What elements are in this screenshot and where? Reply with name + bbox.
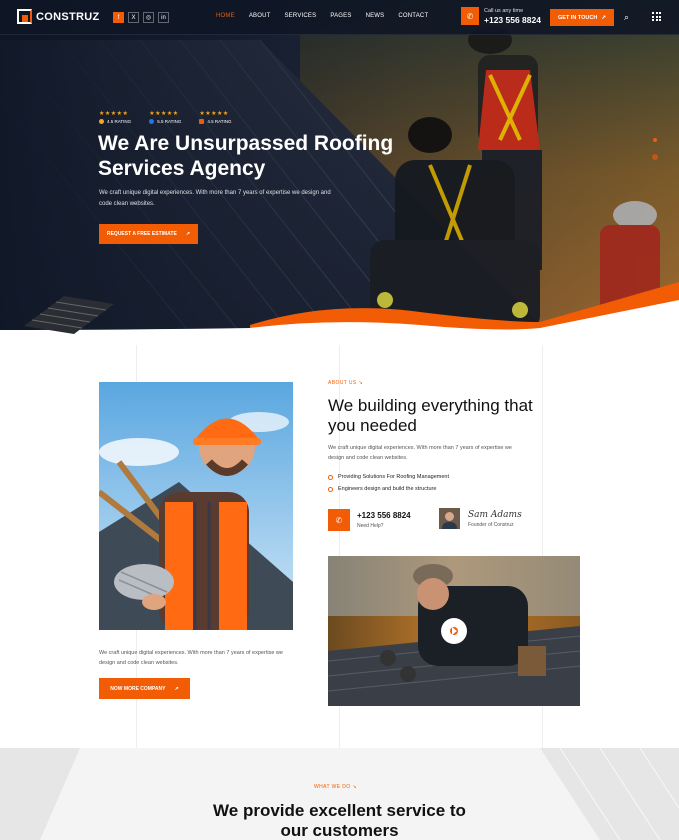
facebook-icon[interactable]: f xyxy=(113,12,124,23)
play-button[interactable] xyxy=(441,618,467,644)
more-company-label: NOW MORE COMPANY xyxy=(110,685,166,692)
linkedin-icon[interactable]: in xyxy=(158,12,169,23)
google-icon xyxy=(99,119,104,124)
nav-pages[interactable]: PAGES xyxy=(330,13,351,19)
nav-services[interactable]: SERVICES xyxy=(284,13,316,19)
brand-name: CONSTRUZ xyxy=(36,10,100,23)
about-left-text: We craft unique digital experiences. Wit… xyxy=(99,650,283,666)
services-section: WHAT WE DO ↘ We provide excellent servic… xyxy=(0,748,679,840)
nav-about[interactable]: ABOUT xyxy=(249,13,271,19)
request-estimate-button[interactable]: REQUEST A FREE ESTIMATE ↗ xyxy=(99,224,198,244)
circle-check-icon xyxy=(328,474,333,480)
services-tag-label: WHAT WE DO xyxy=(314,784,351,790)
header-call[interactable]: ✆ Call us any time +123 556 8824 xyxy=(461,7,541,25)
list-item: Engineers design and build the structure xyxy=(328,483,449,495)
hero-title: We Are Unsurpassed Roofing Services Agen… xyxy=(98,132,394,180)
site-header: CONSTRUZ f X ◎ in HOME ABOUT SERVICES PA… xyxy=(0,0,679,35)
feature-text: Providing Solutions For Roofing Manageme… xyxy=(338,474,449,480)
circle-check-icon xyxy=(328,486,333,492)
nav-news[interactable]: NEWS xyxy=(366,13,385,19)
contact-number: +123 556 8824 xyxy=(357,511,411,520)
request-estimate-label: REQUEST A FREE ESTIMATE xyxy=(106,231,177,237)
grid-menu-icon[interactable] xyxy=(652,12,661,21)
get-in-touch-button[interactable]: GET IN TOUCH ↗ xyxy=(550,9,614,26)
services-title-line2: our customers xyxy=(280,821,399,840)
list-item: Providing Solutions For Roofing Manageme… xyxy=(328,471,449,483)
main-nav: HOME ABOUT SERVICES PAGES NEWS CONTACT xyxy=(216,13,428,19)
about-image-worker xyxy=(99,382,293,630)
feature-list: Providing Solutions For Roofing Manageme… xyxy=(328,471,449,495)
video-thumbnail[interactable] xyxy=(328,556,580,706)
review-site-icon xyxy=(199,119,205,124)
founder-signature: Sam Adams xyxy=(468,509,522,520)
facebook-icon xyxy=(149,119,155,124)
arrow-up-right-icon: ↗ xyxy=(601,14,606,21)
call-label: Call us any time xyxy=(484,7,524,14)
instagram-icon[interactable]: ◎ xyxy=(143,12,154,23)
call-number: +123 556 8824 xyxy=(484,14,541,25)
more-company-button[interactable]: NOW MORE COMPANY ↗ xyxy=(99,678,190,699)
about-tag: ABOUT US ↘ xyxy=(328,380,363,386)
play-icon xyxy=(452,627,457,635)
logo-icon xyxy=(17,9,32,24)
stars-icon: ★★★★★ xyxy=(149,111,179,117)
stars-icon: ★★★★★ xyxy=(99,111,129,117)
brand-logo[interactable]: CONSTRUZ xyxy=(17,9,100,24)
arrow-up-right-icon: ↗ xyxy=(174,685,179,692)
nav-home[interactable]: HOME xyxy=(216,13,235,19)
contact-phone[interactable]: ✆ +123 556 8824 Need Help? xyxy=(328,509,411,531)
get-in-touch-label: GET IN TOUCH xyxy=(558,14,598,21)
avatar xyxy=(439,508,460,529)
nav-contact[interactable]: CONTACT xyxy=(398,13,428,19)
phone-icon: ✆ xyxy=(328,509,350,531)
rating-label: 4.5 RATING xyxy=(207,119,232,124)
rating-item: ★★★★★ 4.5 RATING xyxy=(99,110,131,124)
rating-label: 5.5 RATING xyxy=(157,119,182,124)
search-icon[interactable]: ⌕ xyxy=(624,12,629,23)
arrow-icon: ↘ xyxy=(352,784,357,790)
arrow-icon: ↘ xyxy=(358,380,364,386)
social-links: f X ◎ in xyxy=(113,12,169,23)
rating-item: ★★★★★ 5.5 RATING xyxy=(149,110,181,124)
stars-icon: ★★★★★ xyxy=(199,111,229,117)
feature-text: Engineers design and build the structure xyxy=(338,486,437,492)
services-tag: WHAT WE DO ↘ xyxy=(314,784,357,790)
founder-role: Founder of Construz xyxy=(468,521,514,528)
founder-block: Sam Adams Founder of Construz xyxy=(439,508,522,529)
arrow-up-right-icon: ↗ xyxy=(185,231,191,237)
ratings-row: ★★★★★ 4.5 RATING ★★★★★ 5.5 RATING ★★★★★ … xyxy=(99,110,232,124)
about-title: We building everything that you needed xyxy=(328,396,533,435)
services-title: We provide excellent service to xyxy=(213,801,466,820)
about-tag-label: ABOUT US xyxy=(328,380,357,386)
x-icon[interactable]: X xyxy=(128,12,139,23)
rating-item: ★★★★★ 4.5 RATING xyxy=(199,110,232,124)
phone-icon: ✆ xyxy=(461,7,479,25)
rating-label: 4.5 RATING xyxy=(107,119,132,124)
hero-description: We craft unique digital experiences. Wit… xyxy=(99,190,331,207)
need-help-label: Need Help? xyxy=(357,523,384,529)
about-description: We craft unique digital experiences. Wit… xyxy=(328,445,512,461)
